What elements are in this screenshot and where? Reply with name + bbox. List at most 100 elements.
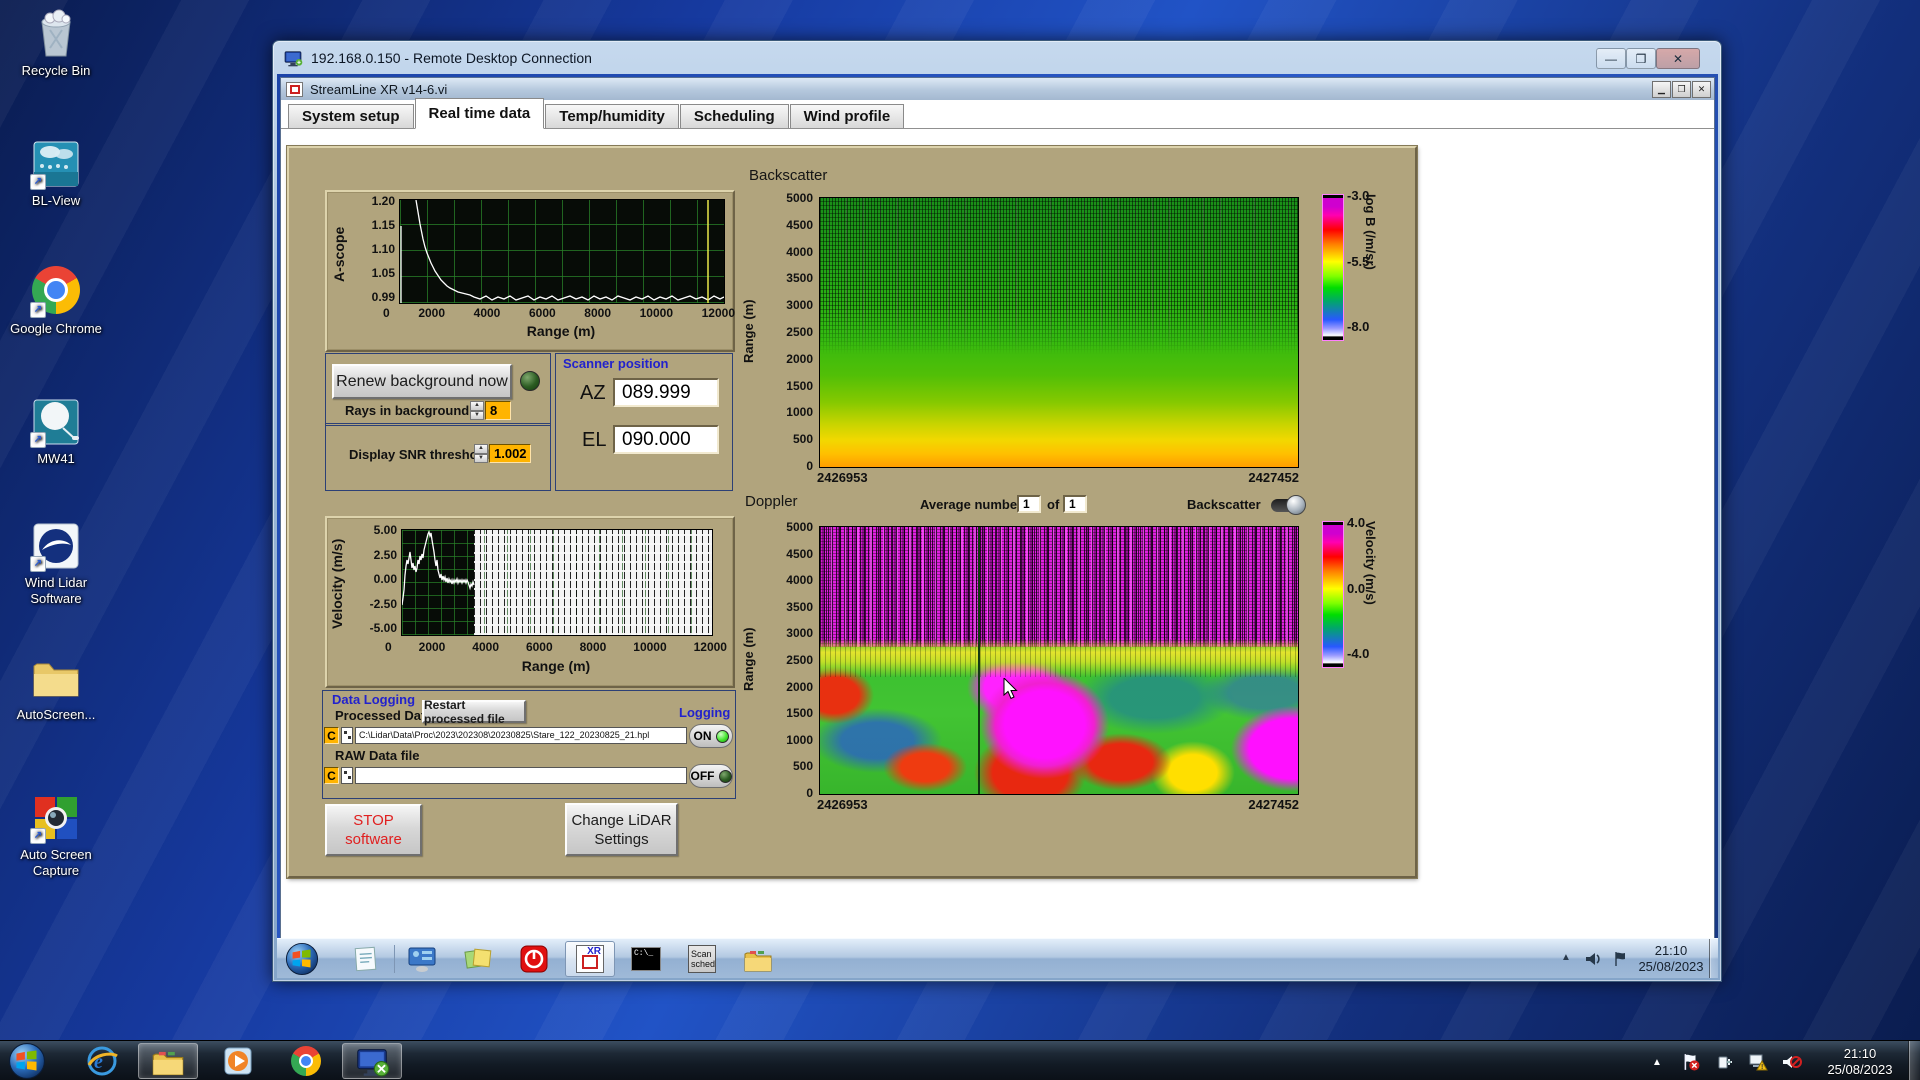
- tab-system-setup[interactable]: System setup: [288, 104, 414, 128]
- doppler-y-tick: 0: [806, 785, 813, 800]
- renew-background-button[interactable]: Renew background now: [332, 364, 512, 399]
- desktop-icon-recycle-bin[interactable]: Recycle Bin: [8, 8, 104, 79]
- start-button[interactable]: [8, 1042, 46, 1080]
- desktop-icon-mw41[interactable]: ↗ MW41: [8, 396, 104, 467]
- remote-taskbar-explorer-icon[interactable]: [733, 941, 783, 977]
- stop-software-button[interactable]: STOP software: [325, 804, 422, 856]
- backscatter-heatmap: [819, 197, 1299, 468]
- rdp-window: 192.168.0.150 - Remote Desktop Connectio…: [272, 40, 1722, 982]
- ascope-x-tick: 10000: [639, 306, 673, 320]
- doppler-y-tick: 500: [792, 759, 813, 774]
- rays-in-background-label: Rays in background: [345, 403, 470, 418]
- processed-path-browse-icon[interactable]: [341, 727, 353, 744]
- remote-start-button[interactable]: [285, 942, 319, 978]
- rdp-title-bar[interactable]: 192.168.0.150 - Remote Desktop Connectio…: [273, 41, 1721, 74]
- doppler-y-tick: 4000: [786, 573, 813, 588]
- processed-logging-on-button[interactable]: ON: [689, 724, 733, 748]
- backscatter-toggle-switch[interactable]: [1271, 495, 1306, 515]
- app-minimize-button[interactable]: ▁: [1652, 80, 1671, 98]
- remote-tray-action-center-flag-icon[interactable]: [1613, 951, 1629, 972]
- doppler-y-axis-label: Range (m): [741, 627, 756, 692]
- velocity-x-tick: 2000: [418, 640, 446, 654]
- rdp-minimize-button[interactable]: —: [1596, 48, 1626, 69]
- auto-screen-capture-icon: ↗: [30, 792, 82, 844]
- raw-drive-letter[interactable]: C: [324, 767, 339, 784]
- restart-processed-file-button[interactable]: Restart processed file: [422, 698, 526, 726]
- taskbar-clock[interactable]: 21:10 25/08/2023: [1814, 1046, 1906, 1078]
- ascope-x-axis-label: Range (m): [526, 323, 596, 339]
- backscatter-y-tick: 5000: [786, 191, 813, 205]
- folder-icon: [30, 652, 82, 704]
- taskbar-explorer-icon[interactable]: [138, 1043, 198, 1079]
- remote-taskbar-power-stop-icon[interactable]: [509, 941, 559, 977]
- remote-taskbar-scan-scheduler-icon[interactable]: Scan sched: [677, 941, 727, 977]
- tray-show-hidden-icons[interactable]: ▲: [1652, 1057, 1662, 1068]
- remote-tray-show-hidden-icons[interactable]: ▲: [1561, 952, 1571, 963]
- app-restore-button[interactable]: ❒: [1672, 80, 1691, 98]
- average-total-field[interactable]: 1: [1063, 495, 1087, 513]
- change-lidar-settings-button[interactable]: Change LiDAR Settings: [565, 803, 678, 856]
- desktop-icon-wind-lidar-software[interactable]: ↗ Wind Lidar Software: [8, 520, 104, 607]
- velocity-x-tick: 4000: [472, 640, 499, 654]
- az-value-field[interactable]: 089.999: [613, 378, 719, 407]
- show-desktop-button[interactable]: [1908, 1041, 1920, 1080]
- doppler-cursor-line[interactable]: [978, 527, 980, 794]
- remote-taskbar: XR C:\_ Scan sched ▲ 21:10 25/08/2023: [277, 938, 1718, 978]
- rdp-maximize-button[interactable]: ❒: [1626, 48, 1656, 69]
- app-close-button[interactable]: ✕: [1692, 80, 1711, 98]
- desktop-icon-bl-view[interactable]: ↗ BL-View: [8, 138, 104, 209]
- velocity-x-tick: 12000: [693, 640, 727, 654]
- rays-spinner[interactable]: ▲ ▼: [470, 401, 484, 420]
- remote-taskbar-notepad-icon[interactable]: [341, 941, 391, 977]
- doppler-title: Doppler: [745, 493, 798, 510]
- shortcut-arrow-icon: ↗: [30, 828, 46, 844]
- remote-taskbar-display-settings-icon[interactable]: [397, 941, 447, 977]
- taskbar-internet-explorer-icon[interactable]: e: [72, 1043, 132, 1079]
- desktop-icon-auto-screen-capture[interactable]: ↗ Auto Screen Capture: [8, 792, 104, 879]
- snr-threshold-box: Display SNR threshold ▲ ▼ 1.002: [325, 423, 551, 491]
- tab-temp-humidity[interactable]: Temp/humidity: [545, 104, 679, 128]
- velocity-y-axis-label: Velocity (m/s): [329, 538, 345, 629]
- backscatter-y-tick: 2000: [786, 351, 813, 366]
- remote-show-desktop-button[interactable]: [1709, 939, 1718, 978]
- processed-path-field[interactable]: C:\Lidar\Data\Proc\2023\202308\20230825\…: [355, 727, 687, 744]
- average-number-field[interactable]: 1: [1017, 495, 1041, 513]
- processed-drive-letter[interactable]: C: [324, 727, 339, 744]
- desktop-icon-google-chrome[interactable]: ↗ Google Chrome: [8, 264, 104, 337]
- backscatter-y-tick: 500: [792, 432, 813, 447]
- scan-icon-line1: Scan: [691, 949, 712, 959]
- remote-taskbar-sticky-notes-icon[interactable]: [453, 941, 503, 977]
- tab-real-time-data[interactable]: Real time data: [414, 98, 545, 129]
- taskbar-chrome-icon[interactable]: [276, 1043, 336, 1079]
- ascope-y-tick: 0.99: [371, 290, 395, 304]
- tab-wind-profile[interactable]: Wind profile: [789, 104, 905, 128]
- remote-tray-speaker-icon[interactable]: [1585, 951, 1601, 972]
- remote-taskbar-clock[interactable]: 21:10 25/08/2023: [1633, 943, 1709, 975]
- el-label: EL: [582, 429, 607, 451]
- rays-value-field[interactable]: 8: [485, 401, 511, 420]
- stop-line2: software: [345, 831, 402, 848]
- snr-spinner[interactable]: ▲ ▼: [474, 444, 488, 463]
- raw-logging-off-button[interactable]: OFF: [689, 764, 733, 788]
- tab-scheduling[interactable]: Scheduling: [679, 104, 789, 128]
- recycle-bin-icon: [30, 8, 82, 60]
- tray-power-plug-icon[interactable]: [1716, 1053, 1734, 1076]
- velocity-graph: Velocity (m/s) 5.00 2.50 0.00 -2.50 -5.00 0 2…: [325, 516, 735, 688]
- raw-path-browse-icon[interactable]: [341, 767, 353, 784]
- backscatter-y-tick: 2500: [786, 324, 813, 339]
- taskbar-remote-desktop-icon[interactable]: [342, 1043, 402, 1079]
- tray-speaker-muted-icon[interactable]: [1782, 1053, 1802, 1076]
- change-lidar-line1: Change LiDAR: [571, 811, 672, 829]
- taskbar-media-player-icon[interactable]: [208, 1043, 268, 1079]
- tray-action-center-flag-icon[interactable]: [1682, 1053, 1700, 1076]
- remote-taskbar-streamline-xr-icon[interactable]: XR: [565, 941, 615, 977]
- velocity-y-tick: -5.00: [369, 621, 397, 635]
- clock-date: 25/08/2023: [1827, 1062, 1893, 1077]
- tray-network-warning-icon[interactable]: !: [1748, 1053, 1768, 1076]
- snr-value-field[interactable]: 1.002: [489, 444, 531, 463]
- remote-taskbar-command-prompt-icon[interactable]: C:\_: [621, 941, 671, 977]
- el-value-field[interactable]: 090.000: [613, 425, 719, 454]
- rdp-close-button[interactable]: ✕: [1656, 48, 1700, 69]
- desktop-icon-autoscreen-folder[interactable]: AutoScreen...: [8, 652, 104, 723]
- raw-path-field[interactable]: [355, 767, 687, 784]
